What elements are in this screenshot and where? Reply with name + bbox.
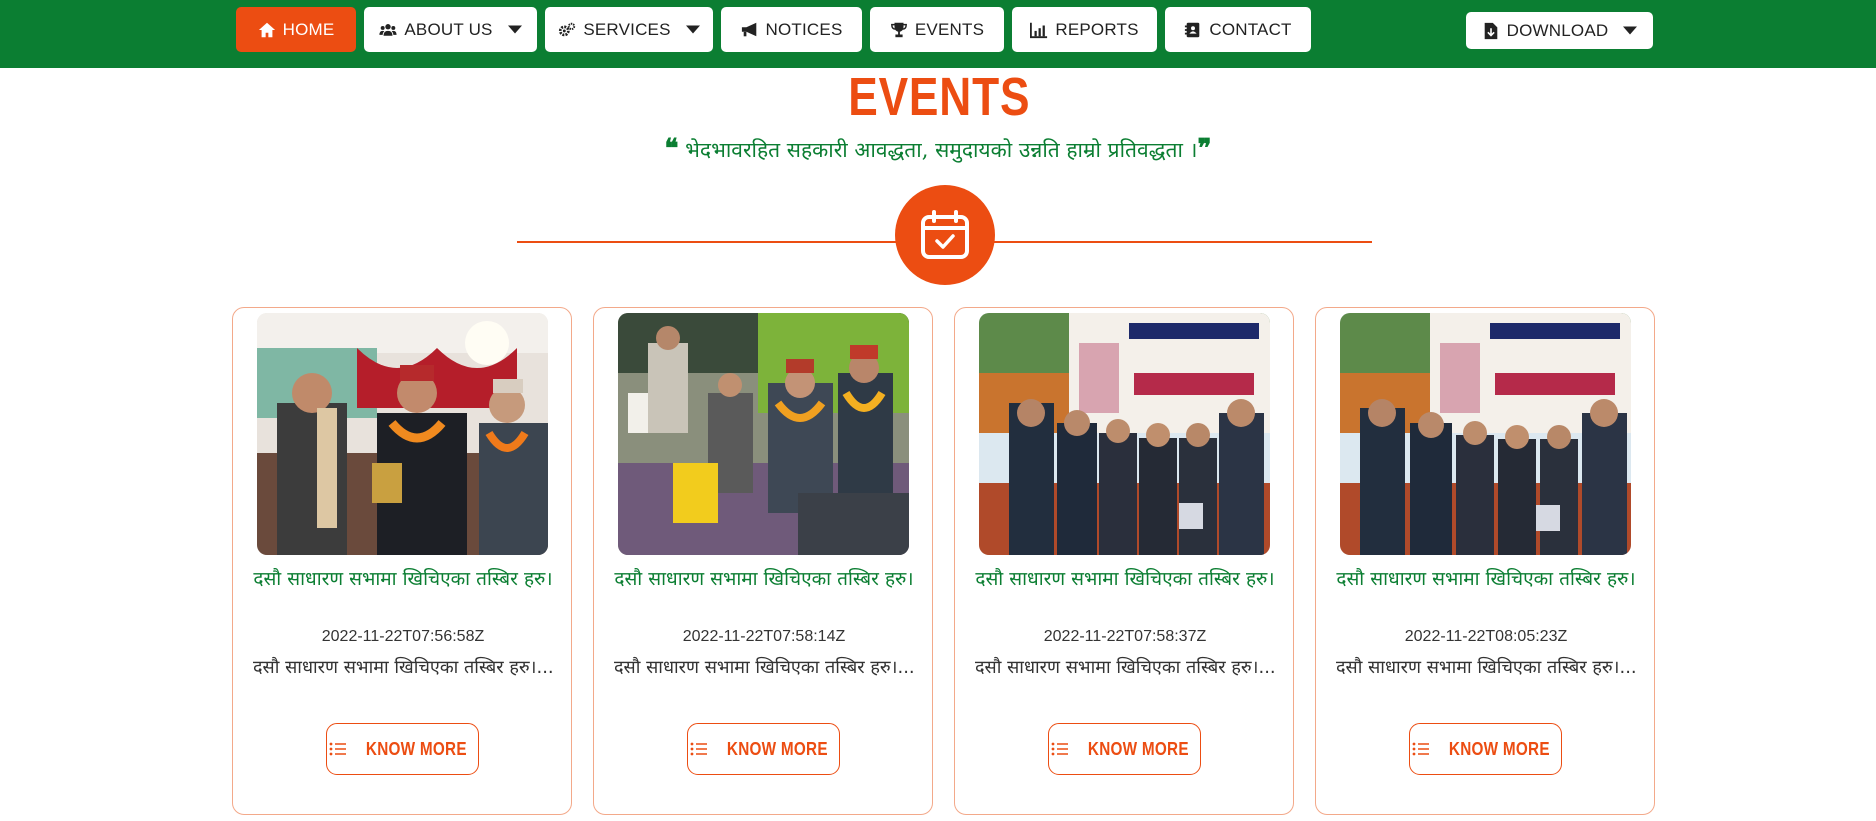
event-photo[interactable] (257, 313, 548, 555)
list-icon (1051, 742, 1069, 756)
chevron-down-icon (685, 25, 700, 33)
event-photo[interactable] (618, 313, 909, 555)
event-title[interactable]: दसौ साधारण सभामा खिचिएका तस्बिर हरु। (253, 566, 553, 592)
event-title[interactable]: दसौ साधारण सभामा खिचिएका तस्बिर हरु। (614, 566, 914, 592)
nav-reports-label: REPORTS (1055, 19, 1139, 39)
tagline-text: भेदभावरहित सहकारी आवद्धता, समुदायको उन्न… (678, 138, 1198, 162)
event-title[interactable]: दसौ साधारण सभामा खिचिएका तस्बिर हरु। (975, 566, 1275, 592)
section-tagline: ❝ भेदभावरहित सहकारी आवद्धता, समुदायको उन… (0, 134, 1876, 164)
chart-icon (1030, 22, 1048, 38)
event-photo[interactable] (979, 313, 1270, 555)
nav-reports-button[interactable]: REPORTS (1012, 7, 1157, 52)
nav-download-label: DOWNLOAD (1506, 20, 1609, 40)
event-description: दसौ साधारण सभामा खिचिएका तस्बिर हरु।... (253, 657, 553, 678)
nav-notices-button[interactable]: NOTICES (721, 7, 862, 52)
event-card: दसौ साधारण सभामा खिचिएका तस्बिर हरु। 202… (593, 307, 933, 815)
chevron-down-icon (507, 25, 522, 33)
list-icon (1412, 742, 1430, 756)
nav-services-button[interactable]: SERVICES (545, 7, 713, 52)
bullhorn-icon (741, 22, 756, 36)
nav-about-us-label: ABOUT US (404, 19, 493, 39)
chevron-down-icon (1623, 26, 1638, 34)
section-icon-badge (895, 185, 995, 285)
event-date: 2022-11-22T07:56:58Z (321, 628, 485, 645)
nav-events-button[interactable]: EVENTS (870, 7, 1004, 52)
trophy-icon (890, 22, 907, 37)
calendar-check-icon (921, 210, 969, 259)
nav-notices-label: NOTICES (765, 19, 843, 39)
top-navbar: HOME ABOUT US SERVICES NOTICES EVENTS RE… (0, 0, 1876, 68)
know-more-button[interactable]: KNOW MORE (326, 723, 479, 775)
nav-events-label: EVENTS (914, 19, 985, 39)
section-title: EVENTS (848, 67, 1031, 127)
know-more-label: KNOW MORE (727, 738, 828, 759)
nav-contact-button[interactable]: CONTACT (1165, 7, 1311, 52)
list-icon (690, 742, 708, 756)
nav-about-us-button[interactable]: ABOUT US (364, 7, 537, 52)
file-download-icon (1484, 22, 1497, 39)
event-date: 2022-11-22T07:58:14Z (682, 628, 846, 645)
event-card: दसौ साधारण सभामा खिचिएका तस्बिर हरु। 202… (1315, 307, 1655, 815)
event-card: दसौ साधारण सभामा खिचिएका तस्बिर हरु। 202… (954, 307, 1294, 815)
know-more-button[interactable]: KNOW MORE (1048, 723, 1201, 775)
know-more-label: KNOW MORE (366, 738, 467, 759)
nav-home-button[interactable]: HOME (236, 7, 356, 52)
gears-icon (559, 22, 576, 36)
know-more-label: KNOW MORE (1449, 738, 1550, 759)
nav-download-button[interactable]: DOWNLOAD (1466, 12, 1653, 49)
event-date: 2022-11-22T07:58:37Z (1043, 628, 1207, 645)
event-description: दसौ साधारण सभामा खिचिएका तस्बिर हरु।... (975, 657, 1275, 678)
event-date: 2022-11-22T08:05:23Z (1404, 628, 1568, 645)
event-description: दसौ साधारण सभामा खिचिएका तस्बिर हरु।... (1336, 657, 1636, 678)
nav-services-label: SERVICES (583, 19, 671, 39)
users-icon (379, 23, 397, 36)
know-more-label: KNOW MORE (1088, 738, 1189, 759)
nav-contact-label: CONTACT (1209, 19, 1292, 39)
open-quote-icon: ❝ (664, 134, 679, 164)
home-icon (258, 22, 275, 37)
know-more-button[interactable]: KNOW MORE (1409, 723, 1562, 775)
nav-home-label: HOME (282, 19, 335, 39)
event-title[interactable]: दसौ साधारण सभामा खिचिएका तस्बिर हरु। (1336, 566, 1636, 592)
list-icon (329, 742, 347, 756)
event-card: दसौ साधारण सभामा खिचिएका तस्बिर हरु। 202… (232, 307, 572, 815)
know-more-button[interactable]: KNOW MORE (687, 723, 840, 775)
event-photo[interactable] (1340, 313, 1631, 555)
address-book-icon (1185, 22, 1200, 37)
close-quote-icon: ❞ (1197, 134, 1212, 164)
event-description: दसौ साधारण सभामा खिचिएका तस्बिर हरु।... (614, 657, 914, 678)
